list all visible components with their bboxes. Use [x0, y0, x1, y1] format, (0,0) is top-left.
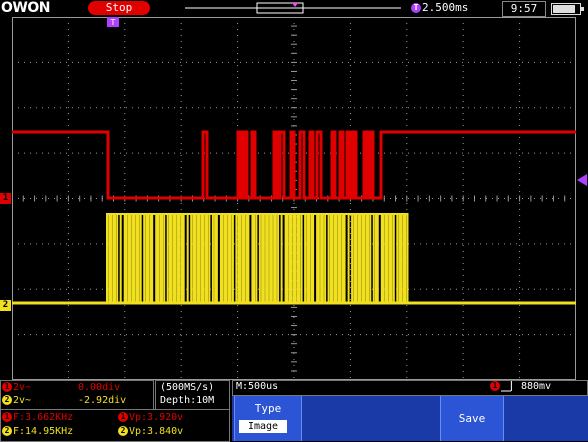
- trigger-source-badge-icon: 1: [490, 381, 500, 391]
- ch2-vp-badge-icon: 2: [118, 426, 128, 436]
- timebase-value: 2.500ms: [422, 1, 469, 14]
- ch1-freq-badge-icon: 1: [2, 412, 12, 422]
- ch2-offset: -2.92div: [78, 395, 127, 406]
- ch1-frequency: 1 F:3.662KHz: [2, 412, 73, 424]
- save-label: Save: [458, 412, 486, 425]
- timebase-readout: T 2.500ms: [411, 1, 468, 15]
- trigger-position-marker-icon[interactable]: T: [107, 17, 119, 27]
- ch2-badge-icon: 2: [2, 395, 12, 405]
- ch1-vp: 1 Vp:3.920v: [118, 412, 183, 424]
- waveform-display[interactable]: [12, 17, 576, 380]
- ch2-volts: 2 2v~: [2, 395, 31, 407]
- ch1-waveform: [12, 130, 576, 200]
- type-value: Image: [239, 420, 287, 433]
- run-stop-status[interactable]: Stop: [88, 1, 150, 15]
- trigger-icon: T: [411, 3, 421, 13]
- ch1-marker[interactable]: 1: [0, 193, 11, 204]
- trigger-edge-icon: ⎽⎸: [501, 381, 521, 392]
- type-label: Type: [254, 402, 282, 415]
- main-timebase: M:500us: [236, 381, 279, 392]
- trigger-level-marker-icon[interactable]: [577, 174, 587, 186]
- svg-text:T: T: [110, 18, 116, 27]
- battery-level-fill: [553, 5, 576, 13]
- clock: 9:57: [502, 1, 546, 17]
- ch1-badge-icon: 1: [2, 382, 12, 392]
- ch2-marker[interactable]: 2: [0, 300, 11, 311]
- owon-logo: OWON: [1, 0, 50, 16]
- ch1-offset: 0.00div: [78, 382, 121, 393]
- trigger-level: 1 ⎽⎸880mv: [490, 381, 551, 393]
- battery-icon: [551, 3, 584, 15]
- ch2-freq-badge-icon: 2: [2, 426, 12, 436]
- top-bar: OWON Stop T 2.500ms 9:57: [0, 0, 588, 17]
- memory-depth: Depth:10M: [160, 395, 215, 406]
- trigger-point-icon: [292, 3, 298, 7]
- ch2-frequency: 2 F:14.95KHz: [2, 426, 73, 438]
- sample-rate: (500MS/s): [160, 382, 215, 393]
- type-button[interactable]: Type Image: [234, 396, 302, 441]
- menu-bar: Type Image Save: [232, 396, 588, 441]
- save-button[interactable]: Save: [440, 396, 504, 441]
- ch1-volts: 1 2v~: [2, 382, 31, 394]
- ch1-vp-badge-icon: 1: [118, 412, 128, 422]
- ch2-vp: 2 Vp:3.840v: [118, 426, 183, 438]
- trigger-position-bar: [185, 2, 401, 14]
